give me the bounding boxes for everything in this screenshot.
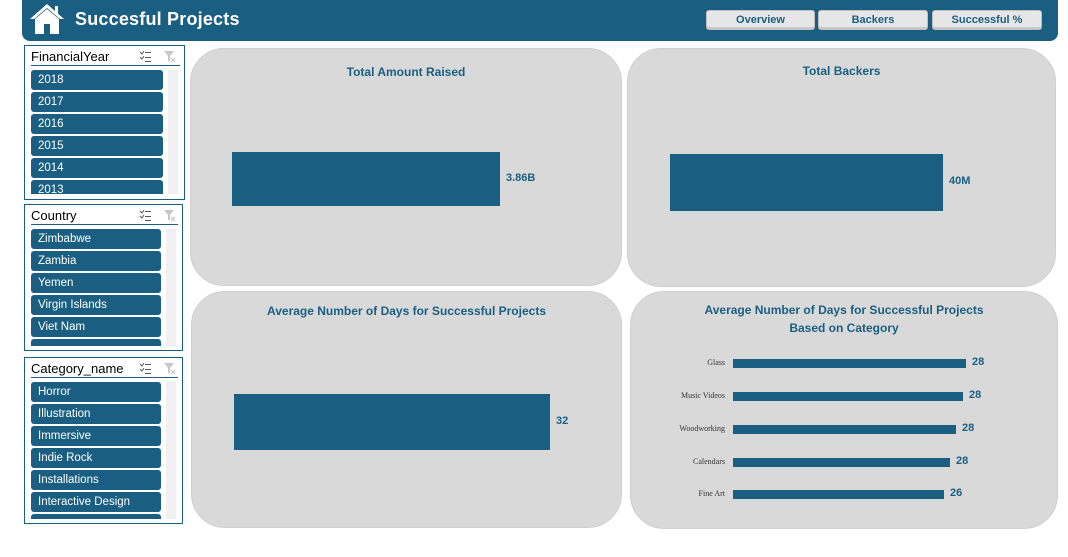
card-title-line1: Average Number of Days for Successful Pr… <box>704 303 984 317</box>
slicer-header: Country <box>31 207 178 225</box>
chart-bar <box>670 154 943 211</box>
slicer-item-zimbabwe[interactable]: Zimbabwe <box>31 229 161 249</box>
total-backers-card: Total Backers 40M <box>627 48 1056 287</box>
data-label: 28 <box>956 455 969 467</box>
clear-filter-icon[interactable] <box>163 50 176 63</box>
avg-days-card: Average Number of Days for Successful Pr… <box>191 291 622 528</box>
slicer-item-installations[interactable]: Installations <box>31 470 161 490</box>
card-title: Total Amount Raised <box>346 65 466 79</box>
data-label: 28 <box>962 422 975 434</box>
data-label: 3.86B <box>506 172 536 184</box>
clear-filter-icon[interactable] <box>163 362 176 375</box>
category-slicer: Category_name Horror Illustration Immers… <box>24 357 183 524</box>
home-icon[interactable] <box>28 1 66 37</box>
header-bar: Succesful Projects Overview Backers Succ… <box>22 0 1058 41</box>
category-bar <box>733 490 944 499</box>
slicer-item-illustration[interactable]: Illustration <box>31 404 161 424</box>
slicer-item-yemen[interactable]: Yemen <box>31 273 161 293</box>
category-label: Glass <box>707 358 725 367</box>
page-title: Succesful Projects <box>75 9 240 29</box>
slicer-header: FinancialYear <box>31 48 180 66</box>
scrollbar[interactable] <box>166 229 176 346</box>
country-list: Zimbabwe Zambia Yemen Virgin Islands Vie… <box>31 229 161 346</box>
chart-bar <box>232 152 500 206</box>
slicer-item-indie-rock[interactable]: Indie Rock <box>31 448 161 468</box>
slicer-item-viet-nam[interactable]: Viet Nam <box>31 317 161 337</box>
scrollbar[interactable] <box>168 70 178 194</box>
slicer-item-zambia[interactable]: Zambia <box>31 251 161 271</box>
category-label: Fine Art <box>698 489 725 498</box>
slicer-item-partial[interactable] <box>31 339 161 346</box>
slicer-title: Category_name <box>31 361 124 376</box>
slicer-item-partial[interactable] <box>31 514 161 519</box>
country-slicer: Country Zimbabwe Zambia Yemen Virgin Isl… <box>24 204 183 351</box>
financial-year-list: 2018 2017 2016 2015 2014 2013 <box>31 70 163 194</box>
category-list: Horror Illustration Immersive Indie Rock… <box>31 382 161 519</box>
data-label: 32 <box>556 415 569 427</box>
card-title: Average Number of Days for Successful Pr… <box>267 304 546 318</box>
data-label: 28 <box>969 389 982 401</box>
category-bar <box>733 392 963 401</box>
slicer-item-2015[interactable]: 2015 <box>31 136 163 156</box>
financial-year-slicer: FinancialYear 2018 2017 2016 2015 2014 2… <box>24 45 185 200</box>
slicer-item-2014[interactable]: 2014 <box>31 158 163 178</box>
category-label: Woodworking <box>679 424 725 433</box>
multi-select-icon[interactable] <box>139 362 152 375</box>
slicer-item-interactive-design[interactable]: Interactive Design <box>31 492 161 512</box>
successful-percent-button[interactable]: Successful % <box>932 10 1042 30</box>
category-bar <box>733 425 956 434</box>
card-title-line2: Based on Category <box>789 321 899 335</box>
slicer-item-2018[interactable]: 2018 <box>31 70 163 90</box>
slicer-item-2017[interactable]: 2017 <box>31 92 163 112</box>
slicer-item-2016[interactable]: 2016 <box>31 114 163 134</box>
category-bar <box>733 458 950 467</box>
backers-button[interactable]: Backers <box>818 10 928 30</box>
slicer-title: FinancialYear <box>31 49 110 64</box>
category-bar <box>733 359 966 368</box>
multi-select-icon[interactable] <box>139 209 152 222</box>
multi-select-icon[interactable] <box>139 50 152 63</box>
slicer-item-virgin-islands[interactable]: Virgin Islands <box>31 295 161 315</box>
scrollbar[interactable] <box>166 382 176 519</box>
total-amount-card: Total Amount Raised 3.86B <box>190 48 622 286</box>
slicer-header: Category_name <box>31 360 178 378</box>
overview-button[interactable]: Overview <box>706 10 815 30</box>
chart-bar <box>234 394 550 450</box>
data-label: 26 <box>950 487 963 499</box>
slicer-item-2013[interactable]: 2013 <box>31 180 163 194</box>
data-label: 40M <box>949 175 971 187</box>
slicer-title: Country <box>31 208 77 223</box>
avg-days-category-card: Average Number of Days for Successful Pr… <box>630 291 1058 529</box>
slicer-item-immersive[interactable]: Immersive <box>31 426 161 446</box>
category-label: Calendars <box>693 457 725 466</box>
card-title: Total Backers <box>802 64 881 78</box>
data-label: 28 <box>972 356 985 368</box>
category-label: Music Videos <box>680 391 725 400</box>
slicer-item-horror[interactable]: Horror <box>31 382 161 402</box>
clear-filter-icon[interactable] <box>163 209 176 222</box>
dashboard: Succesful Projects Overview Backers Succ… <box>0 0 1068 557</box>
